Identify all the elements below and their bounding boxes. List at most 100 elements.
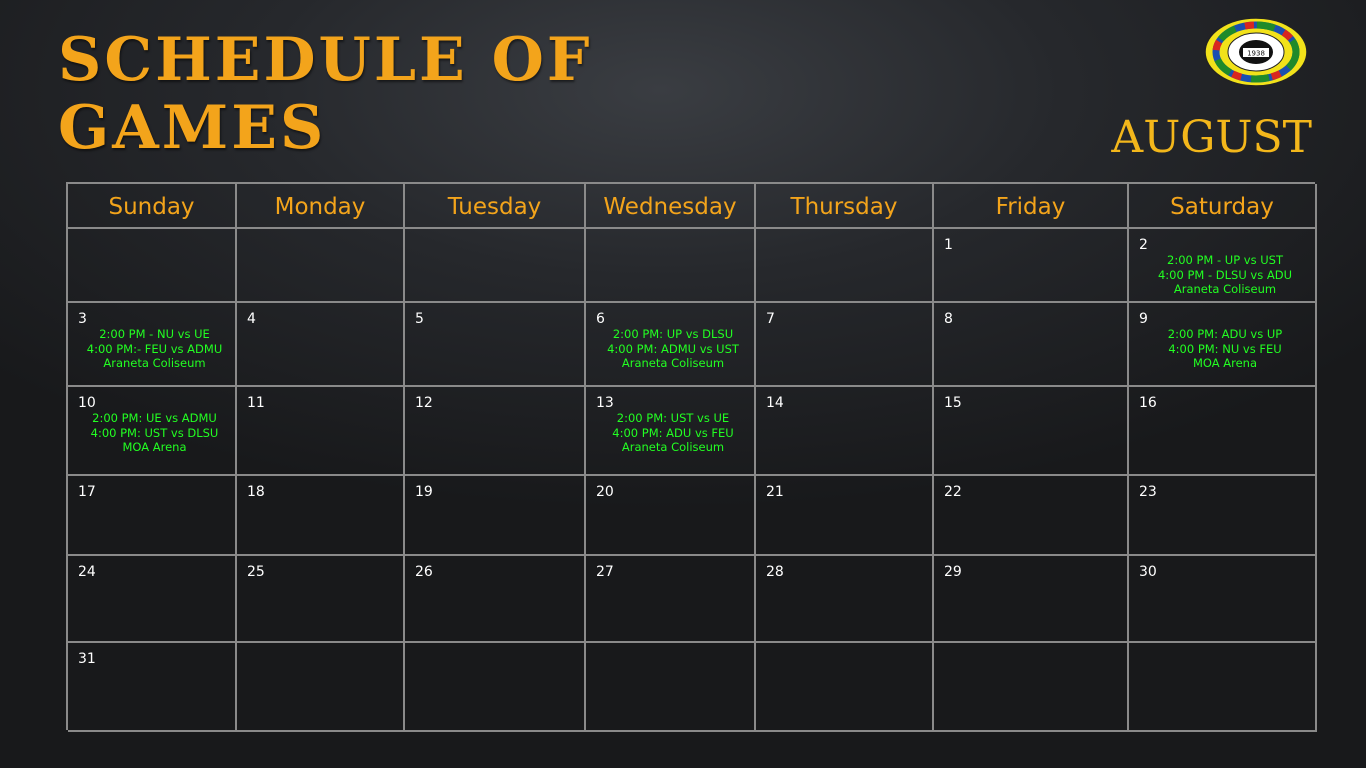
day-number: 3	[78, 311, 87, 327]
game-venue: Araneta Coliseum	[621, 356, 725, 370]
game-time-matchup: 4:00 PM: UST vs DLSU	[90, 425, 219, 440]
month-label: AUGUST	[1111, 112, 1312, 163]
day-cell-24: 24	[68, 556, 237, 643]
day-cell-15: 15	[934, 387, 1129, 476]
league-seal-icon: 1938	[1203, 16, 1309, 88]
empty-day-cell	[1129, 643, 1317, 732]
game-time-matchup: 4:00 PM: ADMU vs UST	[607, 341, 739, 356]
game-time-matchup: 2:00 PM - UP vs UST	[1167, 253, 1283, 267]
day-cell-2: 2 2:00 PM - UP vs UST 4:00 PM - DLSU vs AD…	[1129, 229, 1317, 303]
day-cell-29: 29	[934, 556, 1129, 643]
day-cell-6: 6 2:00 PM: UP vs DLSU 4:00 PM: ADMU vs UST…	[586, 303, 756, 387]
day-number: 12	[415, 395, 433, 411]
day-cell-31: 31	[68, 643, 237, 732]
game-schedule: 2:00 PM: UST vs UE 4:00 PM: ADU vs FEU Ara…	[596, 411, 750, 455]
day-cell-9: 9 2:00 PM: ADU vs UP 4:00 PM: NU vs FEU MOA…	[1129, 303, 1317, 387]
game-venue: Araneta Coliseum	[621, 440, 725, 454]
game-time-matchup: 4:00 PM - DLSU vs ADU	[1157, 267, 1293, 282]
day-number: 1	[944, 237, 953, 253]
day-number: 28	[766, 564, 784, 580]
day-cell-4: 4	[237, 303, 405, 387]
day-number: 21	[766, 484, 784, 500]
day-cell-27: 27	[586, 556, 756, 643]
day-number: 4	[247, 311, 256, 327]
weekday-header-thursday: Thursday	[756, 184, 934, 229]
day-cell-23: 23	[1129, 476, 1317, 556]
empty-day-cell	[68, 229, 237, 303]
empty-day-cell	[934, 643, 1129, 732]
day-number: 10	[78, 395, 96, 411]
day-number: 26	[415, 564, 433, 580]
game-schedule: 2:00 PM: UE vs ADMU 4:00 PM: UST vs DLSU M…	[78, 411, 231, 455]
day-number: 6	[596, 311, 605, 327]
game-time-matchup: 2:00 PM: UE vs ADMU	[92, 411, 217, 425]
weekday-header-tuesday: Tuesday	[405, 184, 586, 229]
empty-day-cell	[405, 643, 586, 732]
game-time-matchup: 2:00 PM: UST vs UE	[616, 411, 730, 425]
day-number: 9	[1139, 311, 1148, 327]
day-cell-13: 13 2:00 PM: UST vs UE 4:00 PM: ADU vs FEU A…	[586, 387, 756, 476]
empty-day-cell	[586, 643, 756, 732]
game-venue: Araneta Coliseum	[1173, 282, 1277, 296]
game-venue: MOA Arena	[1192, 356, 1258, 370]
day-cell-22: 22	[934, 476, 1129, 556]
game-time-matchup: 2:00 PM: UP vs DLSU	[612, 327, 734, 341]
day-number: 16	[1139, 395, 1157, 411]
day-number: 5	[415, 311, 424, 327]
day-cell-25: 25	[237, 556, 405, 643]
day-number: 14	[766, 395, 784, 411]
day-cell-11: 11	[237, 387, 405, 476]
weekday-header-saturday: Saturday	[1129, 184, 1317, 229]
day-number: 24	[78, 564, 96, 580]
empty-day-cell	[237, 229, 405, 303]
day-cell-28: 28	[756, 556, 934, 643]
day-cell-7: 7	[756, 303, 934, 387]
game-venue: Araneta Coliseum	[103, 356, 206, 370]
day-cell-14: 14	[756, 387, 934, 476]
day-number: 23	[1139, 484, 1157, 500]
day-cell-20: 20	[586, 476, 756, 556]
weekday-header-friday: Friday	[934, 184, 1129, 229]
day-number: 25	[247, 564, 265, 580]
page-title: Schedule of Games	[58, 25, 593, 163]
day-number: 30	[1139, 564, 1157, 580]
day-cell-21: 21	[756, 476, 934, 556]
day-number: 11	[247, 395, 265, 411]
day-cell-26: 26	[405, 556, 586, 643]
day-number: 20	[596, 484, 614, 500]
game-venue: MOA Arena	[122, 440, 187, 454]
day-cell-10: 10 2:00 PM: UE vs ADMU 4:00 PM: UST vs DLS…	[68, 387, 237, 476]
day-number: 13	[596, 395, 614, 411]
day-number: 27	[596, 564, 614, 580]
svg-text:1938: 1938	[1247, 50, 1265, 58]
day-number: 31	[78, 651, 96, 667]
empty-day-cell	[756, 229, 934, 303]
empty-day-cell	[586, 229, 756, 303]
weekday-header-wednesday: Wednesday	[586, 184, 756, 229]
day-number: 2	[1139, 237, 1148, 253]
game-schedule: 2:00 PM: UP vs DLSU 4:00 PM: ADMU vs UST A…	[596, 327, 750, 371]
day-cell-8: 8	[934, 303, 1129, 387]
day-number: 17	[78, 484, 96, 500]
empty-day-cell	[237, 643, 405, 732]
day-number: 8	[944, 311, 953, 327]
game-time-matchup: 4:00 PM: ADU vs FEU	[612, 425, 734, 440]
day-cell-30: 30	[1129, 556, 1317, 643]
day-number: 18	[247, 484, 265, 500]
game-schedule: 2:00 PM - NU vs UE 4:00 PM:- FEU vs ADMU A…	[78, 327, 231, 371]
day-cell-12: 12	[405, 387, 586, 476]
day-cell-3: 3 2:00 PM - NU vs UE 4:00 PM:- FEU vs ADMU…	[68, 303, 237, 387]
day-number: 29	[944, 564, 962, 580]
game-schedule: 2:00 PM: ADU vs UP 4:00 PM: NU vs FEU MOA …	[1139, 327, 1311, 371]
game-time-matchup: 4:00 PM:- FEU vs ADMU	[86, 341, 223, 356]
day-cell-5: 5	[405, 303, 586, 387]
game-time-matchup: 2:00 PM - NU vs UE	[99, 327, 210, 341]
game-time-matchup: 2:00 PM: ADU vs UP	[1167, 327, 1283, 341]
day-cell-1: 1	[934, 229, 1129, 303]
day-cell-17: 17	[68, 476, 237, 556]
day-number: 22	[944, 484, 962, 500]
game-time-matchup: 4:00 PM: NU vs FEU	[1168, 341, 1282, 356]
day-number: 7	[766, 311, 775, 327]
day-number: 15	[944, 395, 962, 411]
weekday-header-sunday: Sunday	[68, 184, 237, 229]
